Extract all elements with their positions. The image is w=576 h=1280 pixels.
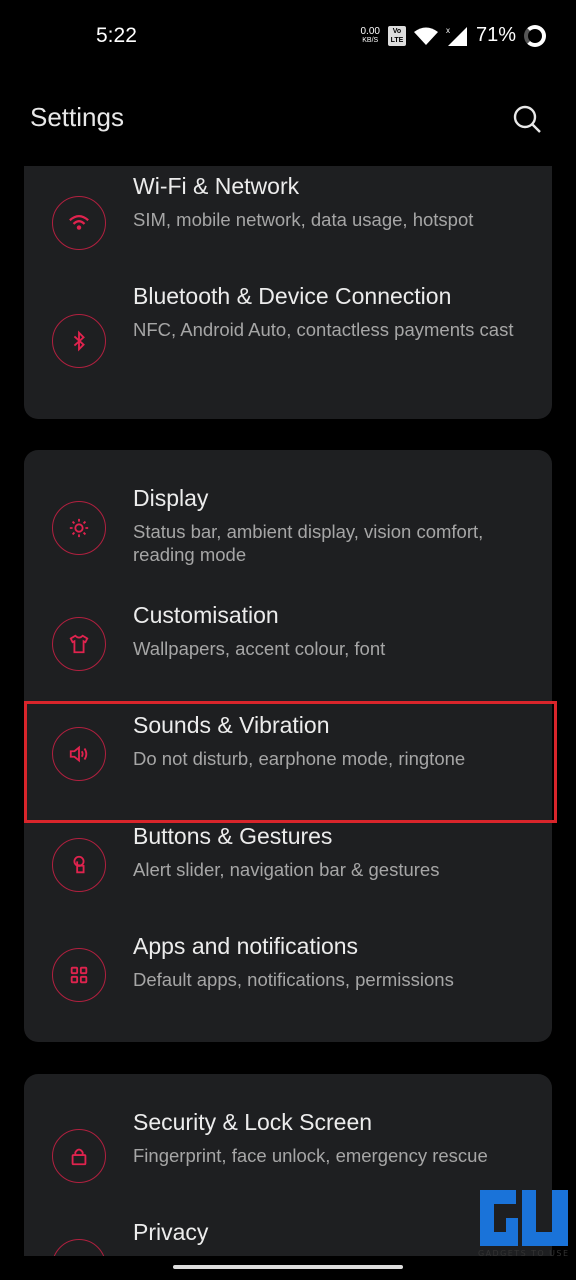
settings-item-bluetooth[interactable]: Bluetooth & Device Connection NFC, Andro… [24, 276, 552, 406]
app-bar: Settings [0, 72, 576, 166]
gesture-handle[interactable] [173, 1265, 403, 1269]
item-subtitle: Alert slider, navigation bar & gestures [133, 859, 440, 880]
settings-item-buttons-gestures[interactable]: Buttons & Gestures Alert slider, navigat… [24, 810, 552, 920]
navigation-bar [0, 1256, 576, 1280]
signal-icon: x [446, 26, 467, 46]
settings-item-privacy[interactable]: Privacy [24, 1204, 552, 1256]
item-title: Privacy [133, 1219, 209, 1245]
tshirt-icon [52, 617, 106, 671]
volte-icon: Vo LTE [387, 25, 406, 46]
item-subtitle: Default apps, notifications, permissions [133, 969, 454, 990]
settings-item-display[interactable]: Display Status bar, ambient display, vis… [24, 470, 552, 590]
wifi-icon [52, 196, 106, 250]
settings-item-security-lock[interactable]: Security & Lock Screen Fingerprint, face… [24, 1094, 552, 1204]
settings-item-customisation[interactable]: Customisation Wallpapers, accent colour,… [24, 590, 552, 700]
brightness-icon [52, 501, 106, 555]
network-speed: 0.00 KB/S [360, 25, 380, 45]
battery-percent: 71% [475, 24, 516, 46]
page-title: Settings [30, 102, 124, 132]
item-subtitle: Status bar, ambient display, vision comf… [133, 521, 484, 565]
svg-text:x: x [446, 26, 450, 35]
status-bar: 5:22 0.00 KB/S Vo LTE x 71% [0, 0, 576, 72]
item-subtitle: SIM, mobile network, data usage, hotspot [133, 209, 474, 230]
settings-group-security: Security & Lock Screen Fingerprint, face… [24, 1074, 552, 1256]
highlight-box [24, 701, 557, 823]
item-title: Apps and notifications [133, 933, 359, 959]
battery-icon [524, 24, 546, 47]
wifi-status-icon [413, 27, 438, 45]
watermark-logo: GADGETS TO USE [478, 1190, 568, 1258]
item-subtitle: Wallpapers, accent colour, font [133, 638, 386, 659]
item-title: Bluetooth & Device Connection [133, 283, 452, 309]
clock: 5:22 [96, 24, 137, 47]
item-title: Display [133, 485, 209, 511]
item-title: Wi-Fi & Network [133, 173, 300, 199]
bluetooth-icon [52, 314, 106, 368]
speed-unit: KB/S [362, 36, 379, 44]
item-subtitle: NFC, Android Auto, contactless payments … [133, 319, 514, 340]
apps-grid-icon [52, 948, 106, 1002]
settings-group-connectivity: Wi-Fi & Network SIM, mobile network, dat… [24, 166, 552, 419]
item-title: Security & Lock Screen [133, 1109, 373, 1135]
settings-item-apps-notifications[interactable]: Apps and notifications Default apps, not… [24, 920, 552, 1030]
settings-item-wifi-network[interactable]: Wi-Fi & Network SIM, mobile network, dat… [24, 166, 552, 276]
item-title: Customisation [133, 602, 279, 628]
item-subtitle: Fingerprint, face unlock, emergency resc… [133, 1145, 488, 1166]
speed-value: 0.00 [360, 25, 380, 37]
lock-icon [52, 1129, 106, 1183]
privacy-shield-icon [52, 1239, 106, 1256]
gesture-icon [52, 838, 106, 892]
item-title: Buttons & Gestures [133, 823, 333, 849]
search-icon[interactable] [512, 104, 542, 134]
